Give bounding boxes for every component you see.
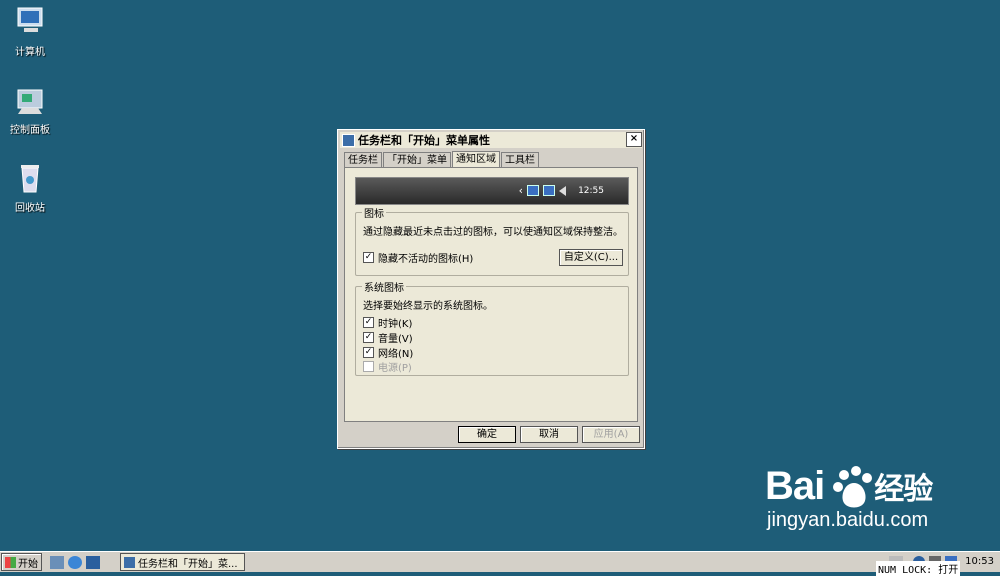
desktop-icon-label: 回收站 bbox=[15, 203, 45, 214]
tab-start-menu[interactable]: 「开始」菜单 bbox=[383, 152, 451, 168]
notification-preview: ‹ 12:55 bbox=[355, 177, 629, 205]
desktop-icon-computer[interactable]: 计算机 bbox=[0, 4, 60, 58]
control-panel-icon bbox=[12, 82, 48, 118]
power-checkbox bbox=[363, 361, 374, 372]
start-label: 开始 bbox=[18, 558, 38, 570]
monitor-icon bbox=[527, 185, 540, 196]
network-checkbox-row[interactable]: ✓ 网络(N) bbox=[363, 345, 413, 360]
system-icons-group-title: 系统图标 bbox=[362, 279, 406, 294]
tab-panel: ‹ 12:55 图标 通过隐藏最近未点击过的图标，可以使通知区域保持整洁。 ✓ … bbox=[344, 167, 638, 422]
clock-checkbox[interactable]: ✓ bbox=[363, 317, 374, 328]
windows-flag-icon bbox=[5, 556, 16, 568]
server-manager-icon[interactable] bbox=[50, 555, 64, 569]
desktop-icon-label: 控制面板 bbox=[10, 125, 50, 136]
network-checkbox[interactable]: ✓ bbox=[363, 347, 374, 358]
icons-group-title: 图标 bbox=[362, 205, 386, 220]
volume-checkbox-row[interactable]: ✓ 音量(V) bbox=[363, 330, 413, 345]
watermark-brand: Bai bbox=[765, 464, 825, 508]
taskbar-clock[interactable]: 10:53 bbox=[965, 556, 994, 567]
volume-checkbox[interactable]: ✓ bbox=[363, 332, 374, 343]
watermark-url: jingyan.baidu.com bbox=[767, 509, 929, 531]
volume-label: 音量(V) bbox=[378, 334, 413, 345]
taskbar: 开始 任务栏和「开始」菜... 10:53 bbox=[0, 551, 1000, 572]
desktop-icon-control-panel[interactable]: 控制面板 bbox=[0, 82, 60, 136]
system-icons-group: 系统图标 选择要始终显示的系统图标。 ✓ 时钟(K) ✓ 音量(V) ✓ 网络(… bbox=[355, 279, 629, 376]
customize-button[interactable]: 自定义(C)... bbox=[559, 249, 623, 266]
tab-taskbar[interactable]: 任务栏 bbox=[344, 152, 382, 168]
baidu-watermark: Bai 经验 jingyan.baidu.com bbox=[765, 464, 933, 532]
apply-button: 应用(A) bbox=[582, 426, 640, 443]
tab-toolbars[interactable]: 工具栏 bbox=[501, 152, 539, 168]
desktop-icon-recycle-bin[interactable]: 回收站 bbox=[0, 160, 60, 214]
desktop-icon-label: 计算机 bbox=[15, 47, 45, 58]
icons-group: 图标 通过隐藏最近未点击过的图标，可以使通知区域保持整洁。 ✓ 隐藏不活动的图标… bbox=[355, 205, 629, 276]
chevron-left-icon: ‹ bbox=[518, 184, 524, 197]
quick-launch bbox=[50, 555, 100, 569]
network-icon bbox=[543, 185, 556, 196]
taskbar-item-label: 任务栏和「开始」菜... bbox=[138, 558, 238, 570]
dialog-title: 任务栏和「开始」菜单属性 bbox=[358, 134, 490, 147]
taskbar-properties-dialog: 任务栏和「开始」菜单属性 × 任务栏 「开始」菜单 通知区域 工具栏 ‹ 12:… bbox=[337, 129, 645, 449]
hide-inactive-checkbox-row[interactable]: ✓ 隐藏不活动的图标(H) bbox=[363, 250, 473, 265]
start-button[interactable]: 开始 bbox=[1, 553, 42, 571]
hide-inactive-checkbox[interactable]: ✓ bbox=[363, 252, 374, 263]
recycle-bin-icon bbox=[12, 160, 48, 196]
close-button[interactable]: × bbox=[626, 132, 642, 147]
dialog-app-icon bbox=[342, 133, 355, 147]
show-desktop-icon[interactable] bbox=[86, 555, 100, 569]
ok-button[interactable]: 确定 bbox=[458, 426, 516, 443]
preview-time: 12:55 bbox=[578, 185, 604, 196]
hide-inactive-label: 隐藏不活动的图标(H) bbox=[378, 254, 474, 265]
power-label: 电源(P) bbox=[378, 363, 412, 374]
icons-group-description: 通过隐藏最近未点击过的图标，可以使通知区域保持整洁。 bbox=[363, 227, 623, 238]
dialog-titlebar[interactable]: 任务栏和「开始」菜单属性 × bbox=[340, 132, 642, 148]
system-icons-group-description: 选择要始终显示的系统图标。 bbox=[363, 301, 493, 312]
speaker-icon bbox=[559, 185, 567, 196]
preview-tray: ‹ 12:55 bbox=[519, 184, 604, 197]
cancel-button[interactable]: 取消 bbox=[520, 426, 578, 443]
clock-checkbox-row[interactable]: ✓ 时钟(K) bbox=[363, 315, 412, 330]
network-label: 网络(N) bbox=[378, 349, 414, 360]
taskbar-item-properties[interactable]: 任务栏和「开始」菜... bbox=[120, 553, 245, 571]
ie-icon[interactable] bbox=[68, 555, 82, 569]
clock-label: 时钟(K) bbox=[378, 319, 413, 330]
numlock-indicator: NUM LOCK: 打开 bbox=[876, 561, 961, 576]
window-icon bbox=[124, 556, 135, 568]
watermark-brand-cn: 经验 bbox=[874, 473, 933, 506]
computer-icon bbox=[12, 4, 48, 40]
power-checkbox-row: 电源(P) bbox=[363, 359, 412, 374]
